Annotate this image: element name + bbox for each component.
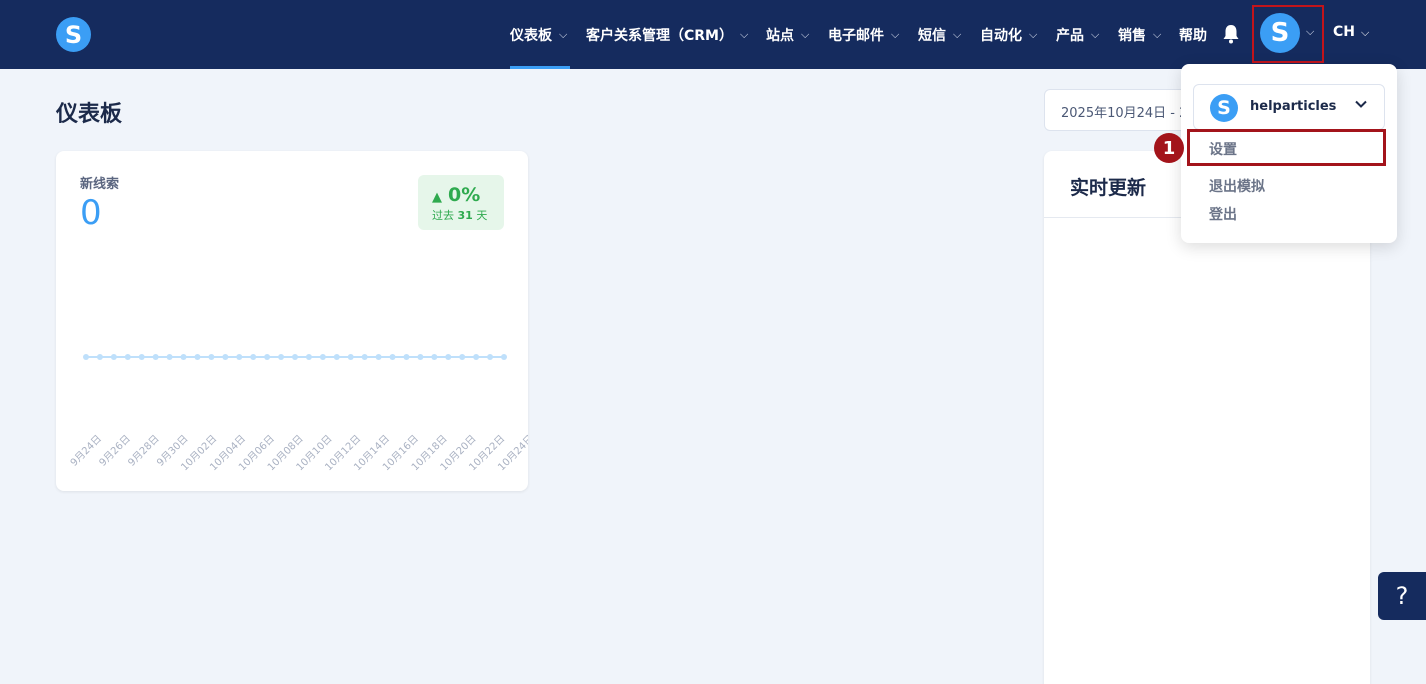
data-point xyxy=(278,354,285,360)
data-point xyxy=(292,354,298,360)
data-point xyxy=(375,354,382,360)
chevron-down-icon: ⌵ xyxy=(891,27,900,41)
data-point xyxy=(417,354,424,360)
data-point xyxy=(305,354,312,360)
account-name: helparticles xyxy=(1250,99,1337,114)
data-point xyxy=(194,354,201,360)
data-point xyxy=(138,354,145,360)
data-point xyxy=(459,354,466,360)
chevron-down-icon[interactable]: ⌵ xyxy=(1306,25,1314,39)
chevron-down-icon: ⌵ xyxy=(559,27,568,41)
chevron-down-icon: ⌵ xyxy=(740,27,749,41)
account-switcher[interactable]: S helparticles xyxy=(1193,84,1385,130)
nav-item-crm[interactable]: 客户关系管理（CRM） ⌵ xyxy=(586,0,748,69)
data-point xyxy=(333,354,340,360)
page-title: 仪表板 xyxy=(56,102,123,127)
leads-line-chart: 9月24日9月26日9月28日9月30日10月02日10月04日10月06日10… xyxy=(68,354,528,473)
nav-item-sales[interactable]: 销售 ⌵ xyxy=(1118,0,1161,69)
nav-item-automation[interactable]: 自动化 ⌵ xyxy=(980,0,1037,69)
data-point xyxy=(501,354,507,360)
chevron-down-icon: ⌵ xyxy=(1361,26,1370,39)
step-number-badge: 1 xyxy=(1154,133,1184,163)
data-point xyxy=(180,354,187,360)
data-point xyxy=(222,354,229,360)
chevron-down-icon: ⌵ xyxy=(953,27,962,41)
menu-item-logout[interactable]: 登出 xyxy=(1209,204,1237,224)
data-point xyxy=(431,354,438,360)
data-point xyxy=(403,354,410,360)
data-point xyxy=(361,354,368,360)
data-point xyxy=(487,354,494,360)
nav-item-sites[interactable]: 站点 ⌵ xyxy=(766,0,809,69)
date-range-picker[interactable]: 2025年10月24日 - 2 xyxy=(1044,89,1204,131)
nav-item-dashboard[interactable]: 仪表板 ⌵ xyxy=(510,0,571,69)
brand-logo[interactable]: S xyxy=(56,17,91,52)
data-point xyxy=(152,354,159,360)
panel-title: 实时更新 xyxy=(1070,177,1147,199)
data-point xyxy=(264,354,271,360)
data-point xyxy=(347,354,354,360)
nav-item-email[interactable]: 电子邮件 ⌵ xyxy=(828,0,899,69)
chevron-down-icon: ⌵ xyxy=(1091,27,1100,41)
language-selector[interactable]: CH ⌵ xyxy=(1333,24,1369,40)
new-leads-card: 新线索 0 ▲ 0% 过去 31 天 9月24日 9月26日 9月28日 9月30日 10… xyxy=(56,151,528,491)
user-avatar[interactable]: S xyxy=(1260,13,1300,53)
nav-item-products[interactable]: 产品 ⌵ xyxy=(1056,0,1099,69)
data-point xyxy=(319,354,326,360)
chevron-down-icon: ⌵ xyxy=(1153,27,1162,41)
help-button[interactable]: ? xyxy=(1378,572,1426,620)
data-point xyxy=(208,354,215,360)
data-point xyxy=(124,354,131,360)
data-point xyxy=(445,354,452,360)
top-navigation-bar: S 仪表板 ⌵ 客户关系管理（CRM） ⌵ 站点 ⌵ 电子邮件 ⌵ 短信 ⌵ 自动化 ⌵ 产… xyxy=(0,0,1426,69)
data-point xyxy=(83,354,89,360)
data-point xyxy=(250,354,257,360)
account-logo: S xyxy=(1210,94,1238,122)
nav-item-sms[interactable]: 短信 ⌵ xyxy=(918,0,961,69)
menu-item-exit-impersonation[interactable]: 退出模拟 xyxy=(1209,176,1265,196)
data-point xyxy=(96,354,103,360)
bell-icon[interactable] xyxy=(1222,24,1242,44)
data-point xyxy=(473,354,480,360)
settings-highlight-box xyxy=(1187,129,1386,166)
data-point xyxy=(389,354,396,360)
nav-item-help[interactable]: 帮助 xyxy=(1179,0,1207,69)
data-point xyxy=(236,354,243,360)
data-point xyxy=(166,354,173,360)
chevron-down-icon xyxy=(1354,97,1368,115)
chevron-down-icon: ⌵ xyxy=(1029,27,1038,41)
data-point xyxy=(110,354,117,360)
chevron-down-icon: ⌵ xyxy=(801,27,810,41)
